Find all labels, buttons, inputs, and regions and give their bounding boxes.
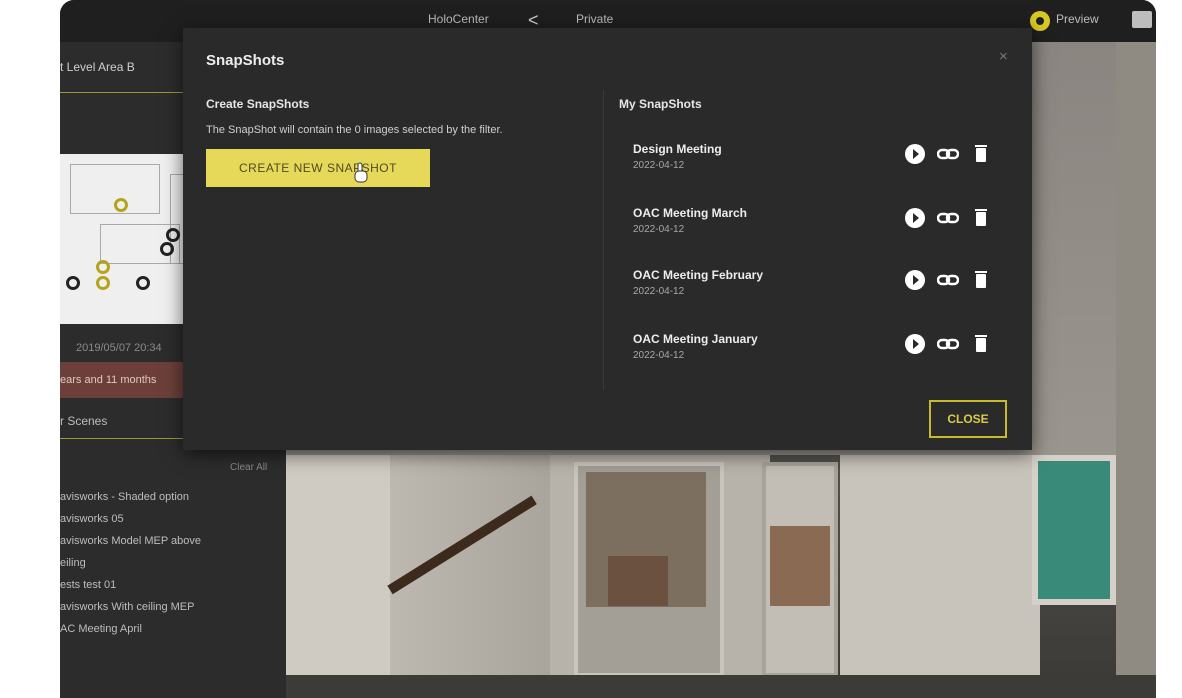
- snapshot-date: 2022-04-12: [633, 160, 685, 171]
- scene-marker[interactable]: [66, 276, 80, 290]
- scene-marker[interactable]: [136, 276, 150, 290]
- snapshot-name: OAC Meeting February: [633, 268, 764, 282]
- link-icon[interactable]: [937, 146, 959, 162]
- preview-icon[interactable]: [1030, 11, 1050, 31]
- snapshot-date: 2022-04-12: [633, 286, 685, 297]
- chat-icon[interactable]: [1132, 11, 1152, 28]
- hand-cursor-icon: [354, 162, 368, 183]
- snapshot-row: OAC Meeting February 2022-04-12: [633, 268, 1013, 312]
- play-icon[interactable]: [905, 334, 925, 354]
- trash-icon[interactable]: [975, 208, 987, 226]
- link-icon[interactable]: [937, 272, 959, 288]
- snapshot-name: OAC Meeting March: [633, 206, 748, 220]
- link-icon[interactable]: [937, 210, 959, 226]
- trash-icon[interactable]: [975, 270, 987, 288]
- visibility-label[interactable]: Private: [576, 12, 613, 26]
- play-icon[interactable]: [905, 144, 925, 164]
- scene-list: avisworks - Shaded option avisworks 05 a…: [60, 486, 286, 640]
- column-divider: [603, 90, 604, 390]
- door: [574, 462, 724, 677]
- scene-marker[interactable]: [114, 198, 128, 212]
- snapshot-date: 2022-04-12: [633, 224, 685, 235]
- trash-icon[interactable]: [975, 334, 987, 352]
- list-item[interactable]: avisworks 05: [60, 508, 286, 530]
- scene-marker[interactable]: [96, 276, 110, 290]
- age-text: ears and 11 months: [60, 374, 157, 386]
- my-snapshots-heading: My SnapShots: [619, 97, 702, 111]
- scene-marker[interactable]: [160, 242, 174, 256]
- play-icon[interactable]: [905, 208, 925, 228]
- play-icon[interactable]: [905, 270, 925, 290]
- link-icon[interactable]: [937, 336, 959, 352]
- snapshots-modal: SnapShots × Create SnapShots The SnapSho…: [183, 28, 1032, 450]
- close-button[interactable]: CLOSE: [929, 400, 1007, 438]
- snapshot-row: OAC Meeting March 2022-04-12: [633, 206, 1013, 250]
- door: [762, 462, 838, 677]
- snapshot-name: Design Meeting: [633, 142, 722, 156]
- preview-label[interactable]: Preview: [1056, 12, 1099, 26]
- level-label[interactable]: t Level Area B: [60, 60, 135, 74]
- snapshot-row: Design Meeting 2022-04-12: [633, 142, 1013, 186]
- close-icon[interactable]: ×: [999, 48, 1008, 65]
- snapshot-row: OAC Meeting January 2022-04-12: [633, 332, 1013, 376]
- scene-marker[interactable]: [166, 228, 180, 242]
- modal-title: SnapShots: [206, 52, 285, 69]
- app-window: HoloCenter < Private Preview t Level Are…: [60, 0, 1156, 698]
- list-item[interactable]: avisworks Model MEP above: [60, 530, 286, 552]
- list-item[interactable]: AC Meeting April: [60, 618, 286, 640]
- snapshot-date: 2022-04-12: [633, 350, 685, 361]
- scenes-heading: r Scenes: [60, 414, 108, 428]
- clear-all-link[interactable]: Clear All: [230, 462, 267, 473]
- create-description: The SnapShot will contain the 0 images s…: [206, 124, 503, 136]
- create-heading: Create SnapShots: [206, 97, 310, 111]
- scene-marker[interactable]: [96, 260, 110, 274]
- create-snapshot-button[interactable]: CREATE NEW SNAPSHOT: [206, 149, 430, 187]
- capture-date: 2019/05/07 20:34: [76, 342, 162, 354]
- list-item[interactable]: avisworks With ceiling MEP: [60, 596, 286, 618]
- trash-icon[interactable]: [975, 144, 987, 162]
- list-item[interactable]: ests test 01: [60, 574, 286, 596]
- wall-board: [1032, 455, 1116, 605]
- list-item[interactable]: avisworks - Shaded option: [60, 486, 286, 508]
- list-item[interactable]: eiling: [60, 552, 286, 574]
- snapshot-name: OAC Meeting January: [633, 332, 758, 346]
- project-name[interactable]: HoloCenter: [428, 12, 489, 26]
